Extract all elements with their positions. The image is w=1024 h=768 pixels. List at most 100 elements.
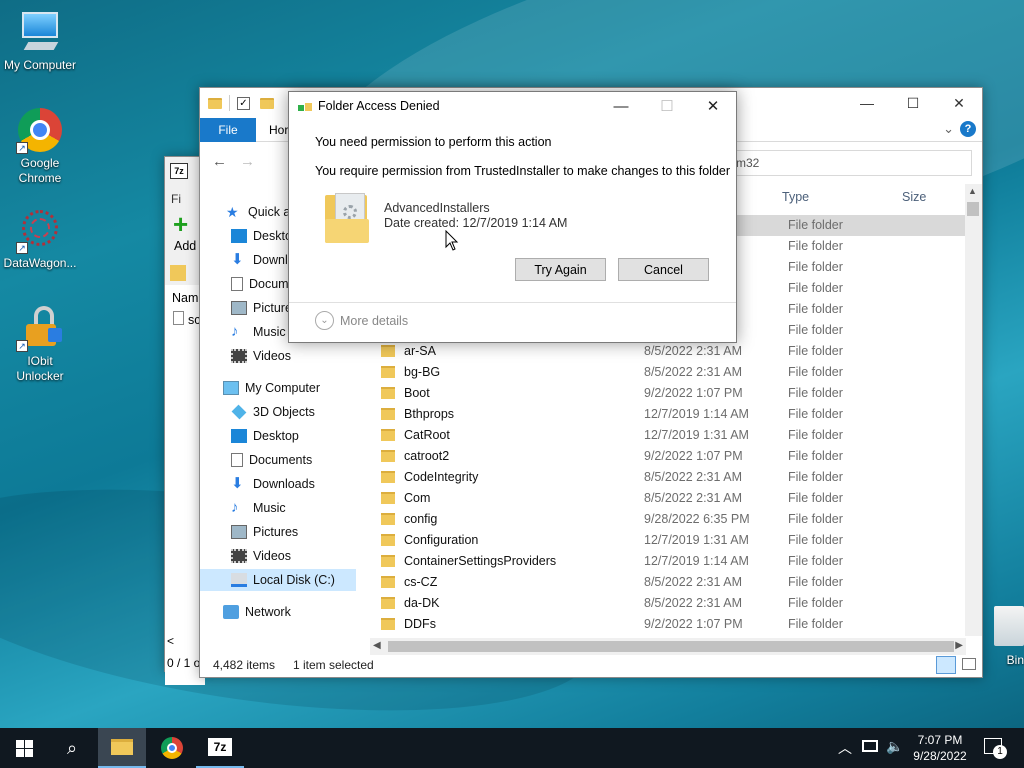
scroll-left-icon[interactable]: < <box>167 634 174 648</box>
taskbar-7zip[interactable]: 7z <box>196 728 244 768</box>
properties-icon[interactable]: ✓ <box>237 96 250 110</box>
nav-item-videos[interactable]: Videos <box>231 345 291 367</box>
scrollbar-thumb[interactable] <box>388 641 954 652</box>
scroll-up-icon[interactable]: ▲ <box>968 186 977 196</box>
close-button[interactable]: ✕ <box>936 88 982 118</box>
nav-item-music[interactable]: ♪ Music <box>231 321 286 343</box>
scrollbar-thumb[interactable] <box>967 202 979 216</box>
nav-item-music-pc[interactable]: ♪ Music <box>231 497 286 519</box>
nav-item-documents-pc[interactable]: Documents <box>231 449 312 471</box>
status-bar: 4,482 items 1 item selected <box>200 653 982 677</box>
chevron-down-icon[interactable]: ⌄ <box>315 311 334 330</box>
nav-item-3d-objects[interactable]: 3D Objects <box>231 401 315 423</box>
column-type-header[interactable]: Type <box>782 190 809 206</box>
nav-label: Music <box>253 501 286 515</box>
column-size-header[interactable]: Size <box>902 190 926 206</box>
download-arrow-icon: ⬇ <box>231 251 244 268</box>
name-cell: da-DK <box>404 596 440 610</box>
table-row[interactable]: config 9/28/2022 6:35 PM File folder <box>376 509 966 530</box>
nav-item-my-computer[interactable]: My Computer <box>223 377 320 399</box>
desktop-icon-my-computer[interactable]: My Computer <box>0 8 80 73</box>
nav-item-desktop-pc[interactable]: Desktop <box>231 425 299 447</box>
close-button[interactable]: ✕ <box>690 92 736 120</box>
expand-ribbon-icon[interactable]: ⌄ <box>943 121 954 137</box>
minimize-button[interactable]: — <box>844 88 890 118</box>
file-icon <box>173 311 184 325</box>
table-row[interactable]: bg-BG 8/5/2022 2:31 AM File folder <box>376 362 966 383</box>
name-cell: Bthprops <box>404 407 455 421</box>
table-row[interactable]: cs-CZ 8/5/2022 2:31 AM File folder <box>376 572 966 593</box>
minimize-button[interactable]: — <box>598 92 644 120</box>
taskbar-chrome[interactable] <box>148 728 196 768</box>
nav-item-downloads[interactable]: ⬇ Downl <box>231 249 288 271</box>
nav-item-local-disk[interactable]: Local Disk (C:) <box>200 569 356 591</box>
nav-item-documents[interactable]: Docum <box>231 273 289 295</box>
vertical-scrollbar[interactable]: ▲ <box>965 184 982 636</box>
folder-icon <box>381 471 395 483</box>
cancel-button[interactable]: Cancel <box>618 258 709 281</box>
table-row[interactable]: Configuration 12/7/2019 1:31 AM File folde… <box>376 530 966 551</box>
table-row[interactable]: catroot2 9/2/2022 1:07 PM File folder <box>376 446 966 467</box>
table-row[interactable]: CatRoot 12/7/2019 1:31 AM File folder <box>376 425 966 446</box>
selection-count: 1 item selected <box>293 658 374 672</box>
folder-icon <box>381 366 395 378</box>
7zip-window[interactable]: 7z Fi + Add Nam sc < 0 / 1 o <box>164 156 205 685</box>
clock[interactable]: 7:07 PM 9/28/2022 <box>908 732 972 764</box>
search-icon[interactable]: ⌕ <box>48 728 96 768</box>
nav-item-pictures-pc[interactable]: Pictures <box>231 521 298 543</box>
table-row[interactable]: ar-SA 8/5/2022 2:31 AM File folder <box>376 341 966 362</box>
picture-icon <box>231 301 247 315</box>
table-row[interactable]: DDFs 9/2/2022 1:07 PM File folder <box>376 614 966 635</box>
maximize-button[interactable]: ☐ <box>890 88 936 118</box>
table-row[interactable]: Boot 9/2/2022 1:07 PM File folder <box>376 383 966 404</box>
taskbar-file-explorer[interactable] <box>98 728 146 768</box>
nav-item-quick-access[interactable]: ★ Quick ac <box>226 201 297 223</box>
7zip-app-icon: 7z <box>208 738 232 756</box>
menu-file[interactable]: Fi <box>171 192 181 206</box>
download-arrow-icon: ⬇ <box>231 475 244 492</box>
nav-item-desktop[interactable]: Deskto <box>231 225 292 247</box>
desktop-icon-datawagon[interactable]: ↗ DataWagon... <box>0 206 80 271</box>
table-row[interactable]: Bthprops 12/7/2019 1:14 AM File folder <box>376 404 966 425</box>
help-icon[interactable]: ? <box>960 121 976 137</box>
folder-icon <box>381 576 395 588</box>
chevron-up-icon[interactable]: ︿ <box>838 738 852 758</box>
network-icon <box>223 605 239 619</box>
dialog-title: Folder Access Denied <box>318 99 440 113</box>
column-name-header[interactable]: Nam <box>172 291 198 305</box>
nav-item-pictures[interactable]: Picture <box>231 297 292 319</box>
more-details-link[interactable]: More details <box>340 314 408 328</box>
nav-label: Videos <box>253 349 291 363</box>
forward-arrow-icon[interactable]: → <box>240 153 255 170</box>
type-cell: File folder <box>788 365 843 379</box>
table-row[interactable]: CodeIntegrity 8/5/2022 2:31 AM File folder <box>376 467 966 488</box>
folder-icon <box>381 618 395 630</box>
nav-label: Desktop <box>253 429 299 443</box>
network-status-icon[interactable] <box>862 740 878 752</box>
app-icon <box>298 101 312 113</box>
scroll-right-icon[interactable]: ▶ <box>955 640 963 651</box>
folder-access-denied-dialog[interactable]: Folder Access Denied — ☐ ✕ You need perm… <box>288 91 737 343</box>
nav-item-downloads-pc[interactable]: ⬇ Downloads <box>231 473 315 495</box>
tab-home[interactable]: Hor <box>269 123 288 137</box>
nav-label: Deskto <box>253 229 292 243</box>
volume-icon[interactable]: 🔈 <box>886 738 903 755</box>
scroll-left-icon[interactable]: ◀ <box>373 640 381 651</box>
nav-item-videos-pc[interactable]: Videos <box>231 545 291 567</box>
tab-file[interactable]: File <box>200 118 256 142</box>
start-button[interactable] <box>0 728 48 768</box>
up-folder-icon[interactable] <box>170 265 186 281</box>
table-row[interactable]: ContainerSettingsProviders 12/7/2019 1:14… <box>376 551 966 572</box>
try-again-button[interactable]: Try Again <box>515 258 606 281</box>
nav-item-network[interactable]: Network <box>223 601 291 623</box>
details-view-icon[interactable] <box>936 656 956 674</box>
date-cell: 8/5/2022 2:31 AM <box>644 365 742 379</box>
large-icons-view-icon[interactable] <box>962 658 976 670</box>
back-arrow-icon[interactable]: ← <box>212 153 227 170</box>
desktop-icon-iobit-unlocker[interactable]: ↗ IObit Unlocker <box>0 304 80 384</box>
add-icon[interactable]: + <box>173 211 197 237</box>
table-row[interactable]: Com 8/5/2022 2:31 AM File folder <box>376 488 966 509</box>
desktop-icon-google-chrome[interactable]: ↗ Google Chrome <box>0 106 80 186</box>
new-folder-icon[interactable] <box>260 97 274 109</box>
table-row[interactable]: da-DK 8/5/2022 2:31 AM File folder <box>376 593 966 614</box>
